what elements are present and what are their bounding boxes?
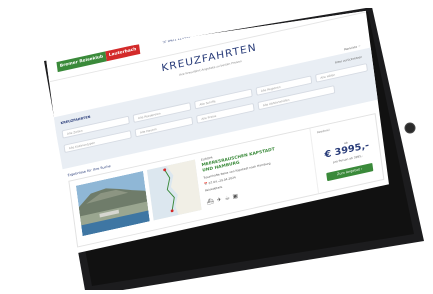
cruise-photo[interactable] (75, 170, 150, 237)
tablet-device: Bremer Reiseklub Lauterbach ☏ 0421 12345… (10, 8, 430, 290)
route-map[interactable] (146, 159, 202, 221)
plane-icon: ✈ (216, 196, 223, 204)
bed-icon: ▣ (232, 192, 239, 201)
cruise-info: EUROPA MEERESRAUSCHEN KAPSTADT UND HAMBU… (201, 135, 311, 192)
price-column: Reederei ab € 3995,- pro Person ab 3995,… (309, 113, 385, 194)
filter-reset-link[interactable]: Filter zurücksetzen (335, 55, 363, 65)
filter-port-select[interactable]: Alle Häfen (315, 63, 368, 83)
cape-town-image (75, 170, 150, 237)
food-icon: ☕ (224, 194, 231, 202)
amenity-icons: ⛴ ✈ ☕ ▣ (206, 193, 238, 206)
route-map-image (146, 159, 202, 221)
reederei-logo: Reederei (316, 127, 330, 135)
offer-button[interactable]: Zum Angebot › (326, 162, 374, 182)
filter-label: KREUZFAHRTEN (60, 114, 91, 126)
ship-icon: ⛴ (206, 197, 215, 206)
